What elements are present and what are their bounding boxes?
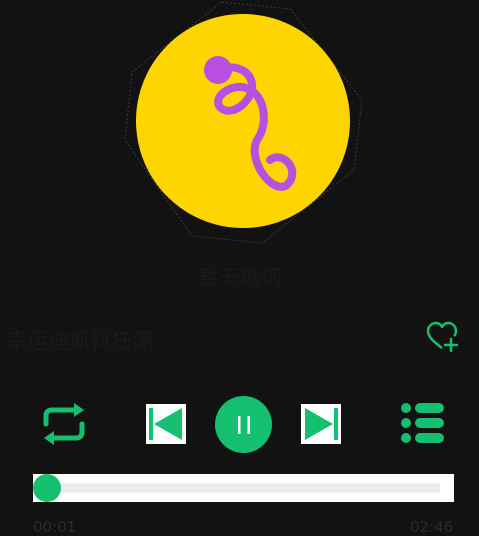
pause-icon [237,415,250,434]
playlist-button[interactable] [400,401,446,445]
album-art [122,0,365,245]
repeat-button[interactable] [40,400,88,448]
seek-bar[interactable] [33,474,454,502]
song-title: 幸运迪斯科狂潮 [6,329,153,353]
skip-next-icon [305,408,338,440]
lyrics-placeholder: 暂无歌词 [197,266,282,290]
repeat-icon [43,403,85,445]
total-duration: 02:46 [410,518,454,536]
favorite-button[interactable] [426,321,460,353]
skip-previous-icon [149,408,182,440]
play-pause-button[interactable] [215,396,272,453]
seek-track[interactable] [45,483,440,493]
previous-button[interactable] [146,404,186,444]
current-time: 00:01 [33,518,77,536]
heart-plus-icon [426,321,459,353]
seek-thumb[interactable] [33,474,61,502]
playlist-icon [401,403,444,443]
next-button[interactable] [301,404,341,444]
